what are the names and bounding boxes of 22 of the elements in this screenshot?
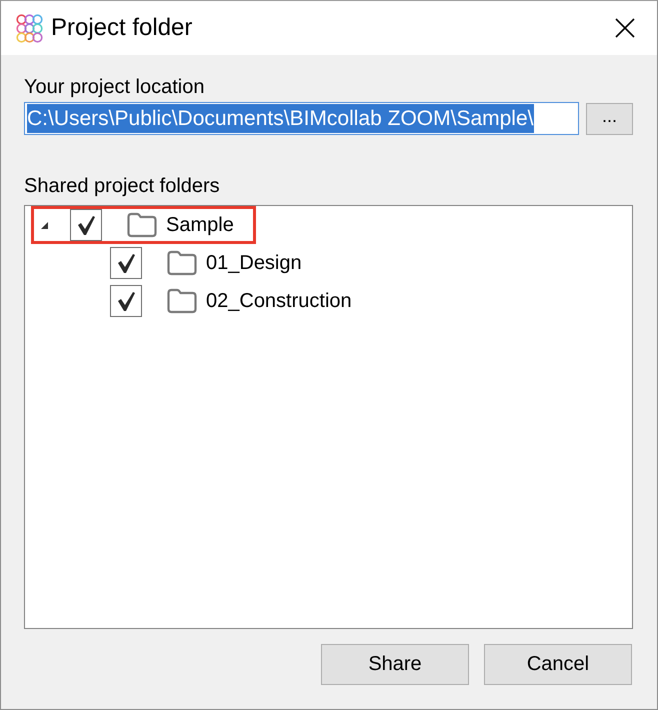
field-label: Your project location — [24, 76, 204, 99]
dialog-button[interactable]: Share — [321, 644, 469, 685]
folder-icon — [166, 288, 198, 314]
checkmark-icon — [118, 292, 134, 310]
folder-name[interactable]: Sample — [166, 214, 234, 236]
folder-name[interactable]: 01_Design — [206, 252, 302, 274]
folder-checkbox[interactable] — [110, 285, 142, 317]
close-icon[interactable] — [615, 18, 635, 38]
section-label: Shared project folders — [24, 175, 220, 198]
window-title: Project folder — [51, 14, 194, 42]
folder-checkbox[interactable] — [70, 209, 102, 241]
expander-icon[interactable] — [41, 222, 48, 228]
location-field[interactable]: C:\Users\Public\Documents\BIMcollab ZOOM\Sample\ — [24, 102, 580, 135]
browse-button[interactable]: ... — [586, 103, 633, 135]
folder-icon — [166, 250, 198, 276]
checkmark-icon — [78, 216, 94, 234]
folder-icon — [126, 212, 158, 238]
app-logo-icon — [16, 14, 43, 42]
checkmark-icon — [118, 254, 134, 272]
dialog-button[interactable]: Cancel — [484, 644, 632, 685]
folder-checkbox[interactable] — [110, 247, 142, 279]
folder-name[interactable]: 02_Construction — [206, 290, 352, 312]
